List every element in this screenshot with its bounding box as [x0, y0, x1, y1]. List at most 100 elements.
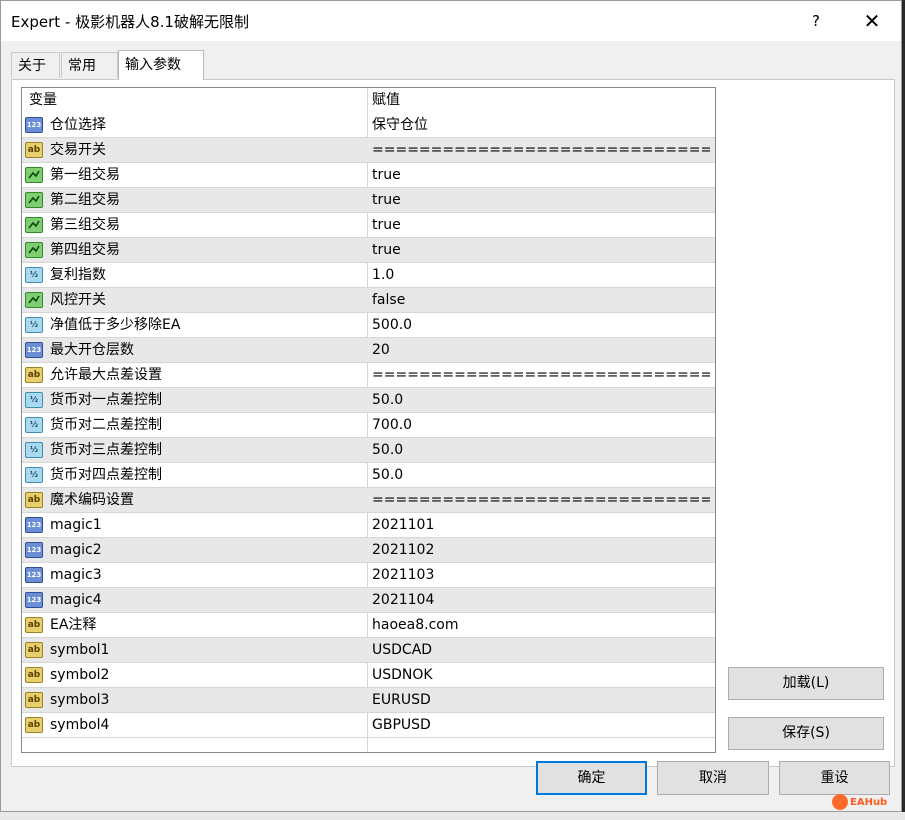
parameter-row[interactable]: 123 magic2 2021102	[22, 538, 715, 563]
parameter-name: magic2	[50, 542, 102, 558]
parameter-row[interactable]: ab EA注释 haoea8.com	[22, 613, 715, 638]
header-variable[interactable]: 变量	[29, 88, 345, 113]
parameter-row[interactable]: ½ 货币对四点差控制 50.0	[22, 463, 715, 488]
parameter-row[interactable]: 123 magic4 2021104	[22, 588, 715, 613]
boolean-type-icon	[25, 242, 43, 258]
parameter-row[interactable]: ½ 复利指数 1.0	[22, 263, 715, 288]
parameter-name: 第二组交易	[50, 192, 120, 208]
tab-inputs[interactable]: 输入参数	[118, 50, 204, 80]
watermark-text: EAHub	[850, 797, 888, 808]
parameter-name: 货币对三点差控制	[50, 442, 162, 458]
parameter-row[interactable]: ab symbol2 USDNOK	[22, 663, 715, 688]
save-button[interactable]: 保存(S)	[728, 717, 884, 750]
parameter-name: symbol1	[50, 642, 110, 658]
parameter-row[interactable]: ab symbol1 USDCAD	[22, 638, 715, 663]
boolean-type-icon	[25, 192, 43, 208]
integer-type-icon: 123	[25, 542, 43, 558]
parameter-value[interactable]: true	[372, 163, 710, 188]
parameter-value[interactable]: 50.0	[372, 438, 710, 463]
parameter-value[interactable]: ==============================	[372, 363, 710, 388]
parameter-row[interactable]: 123 最大开仓层数 20	[22, 338, 715, 363]
parameter-row[interactable]: ab symbol3 EURUSD	[22, 688, 715, 713]
parameter-name: 最大开仓层数	[50, 342, 134, 358]
parameter-row[interactable]: ½ 净值低于多少移除EA 500.0	[22, 313, 715, 338]
integer-type-icon: 123	[25, 567, 43, 583]
double-type-icon: ½	[25, 267, 43, 283]
parameter-row[interactable]: ab 允许最大点差设置 ==============================	[22, 363, 715, 388]
parameter-value[interactable]: haoea8.com	[372, 613, 710, 638]
tab-about[interactable]: 关于	[11, 52, 60, 78]
parameter-name: 货币对四点差控制	[50, 467, 162, 483]
parameter-value[interactable]: true	[372, 213, 710, 238]
integer-type-icon: 123	[25, 517, 43, 533]
parameter-value[interactable]: GBPUSD	[372, 713, 710, 738]
string-type-icon: ab	[25, 367, 43, 383]
parameter-value[interactable]: 20	[372, 338, 710, 363]
title-bar: Expert - 极影机器人8.1破解无限制 ? ✕	[1, 1, 901, 41]
parameter-row[interactable]: 风控开关 false	[22, 288, 715, 313]
parameter-value[interactable]: true	[372, 188, 710, 213]
parameter-row[interactable]: 123 仓位选择 保守仓位	[22, 113, 715, 138]
string-type-icon: ab	[25, 142, 43, 158]
cancel-button[interactable]: 取消	[657, 761, 769, 795]
parameter-value[interactable]: 50.0	[372, 388, 710, 413]
parameter-value[interactable]: ==============================	[372, 488, 710, 513]
parameter-row[interactable]: 123 magic1 2021101	[22, 513, 715, 538]
parameter-name: 风控开关	[50, 292, 106, 308]
parameter-value[interactable]: true	[372, 238, 710, 263]
ok-button[interactable]: 确定	[536, 761, 647, 795]
parameter-row[interactable]: ab 交易开关 ==============================	[22, 138, 715, 163]
parameter-value[interactable]: 1.0	[372, 263, 710, 288]
parameter-row[interactable]: ½ 货币对二点差控制 700.0	[22, 413, 715, 438]
tab-common[interactable]: 常用	[61, 52, 118, 78]
double-type-icon: ½	[25, 417, 43, 433]
string-type-icon: ab	[25, 692, 43, 708]
grid-header: 变量 赋值	[22, 88, 715, 113]
parameter-row[interactable]: 第三组交易 true	[22, 213, 715, 238]
parameters-grid: 变量 赋值 123 仓位选择 保守仓位 ab 交易开关 =================…	[21, 87, 716, 753]
reset-button[interactable]: 重设	[779, 761, 890, 795]
parameter-value[interactable]: EURUSD	[372, 688, 710, 713]
boolean-type-icon	[25, 292, 43, 308]
parameter-name: symbol3	[50, 692, 110, 708]
help-button[interactable]: ?	[801, 7, 831, 35]
close-button[interactable]: ✕	[857, 7, 887, 35]
parameter-value[interactable]: 700.0	[372, 413, 710, 438]
parameter-value[interactable]: ==============================	[372, 138, 710, 163]
watermark-icon	[832, 794, 848, 810]
integer-type-icon: 123	[25, 342, 43, 358]
load-button[interactable]: 加载(L)	[728, 667, 884, 700]
parameter-name: 货币对二点差控制	[50, 417, 162, 433]
parameter-row[interactable]: 第四组交易 true	[22, 238, 715, 263]
string-type-icon: ab	[25, 667, 43, 683]
parameter-name: 第三组交易	[50, 217, 120, 233]
header-value[interactable]: 赋值	[372, 88, 710, 113]
parameter-value[interactable]: 保守仓位	[372, 113, 710, 138]
parameter-value[interactable]: 2021103	[372, 563, 710, 588]
parameter-value[interactable]: USDNOK	[372, 663, 710, 688]
parameter-name: 魔术编码设置	[50, 492, 134, 508]
parameter-value[interactable]: 50.0	[372, 463, 710, 488]
parameter-value[interactable]: 2021101	[372, 513, 710, 538]
parameter-name: 允许最大点差设置	[50, 367, 162, 383]
parameter-row[interactable]: ½ 货币对三点差控制 50.0	[22, 438, 715, 463]
background-strip	[0, 812, 905, 820]
parameter-value[interactable]: 500.0	[372, 313, 710, 338]
parameter-row[interactable]: 123 magic3 2021103	[22, 563, 715, 588]
parameter-value[interactable]: 2021102	[372, 538, 710, 563]
parameter-row[interactable]: ½ 货币对一点差控制 50.0	[22, 388, 715, 413]
boolean-type-icon	[25, 217, 43, 233]
parameter-value[interactable]: 2021104	[372, 588, 710, 613]
string-type-icon: ab	[25, 492, 43, 508]
parameter-value[interactable]: USDCAD	[372, 638, 710, 663]
parameter-row[interactable]: ab 魔术编码设置 ==============================	[22, 488, 715, 513]
parameter-value[interactable]: false	[372, 288, 710, 313]
parameter-name: 复利指数	[50, 267, 106, 283]
boolean-type-icon	[25, 167, 43, 183]
string-type-icon: ab	[25, 617, 43, 633]
parameter-row[interactable]: 第一组交易 true	[22, 163, 715, 188]
double-type-icon: ½	[25, 442, 43, 458]
parameter-name: 货币对一点差控制	[50, 392, 162, 408]
parameter-row[interactable]: ab symbol4 GBPUSD	[22, 713, 715, 738]
parameter-row[interactable]: 第二组交易 true	[22, 188, 715, 213]
